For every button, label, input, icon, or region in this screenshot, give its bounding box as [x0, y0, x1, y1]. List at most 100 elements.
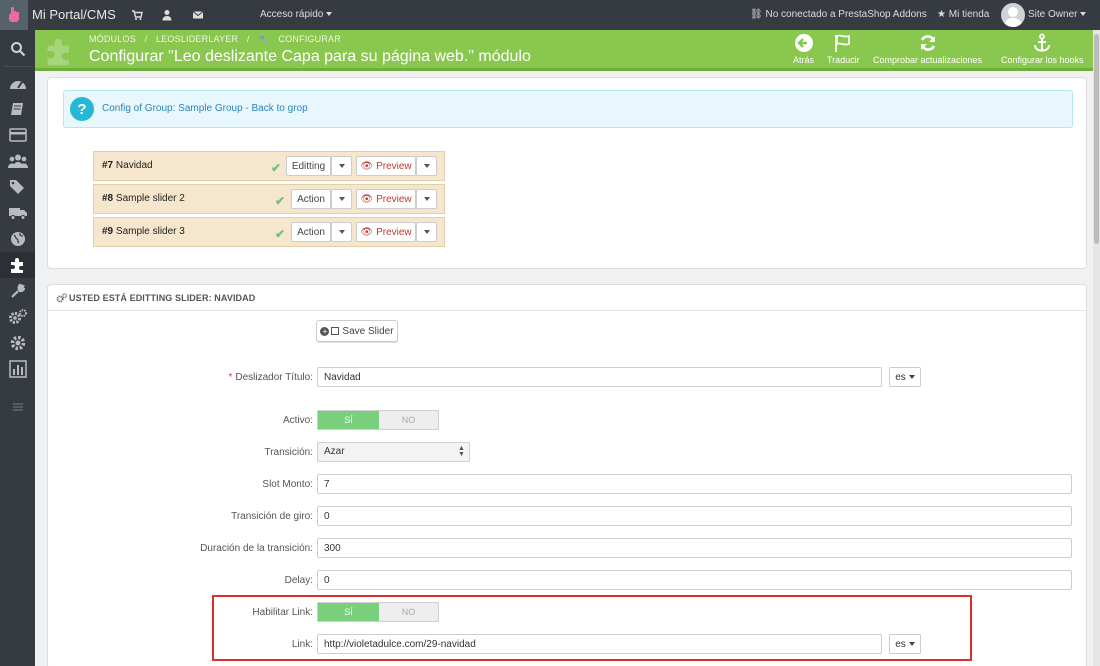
dashboard-icon — [9, 81, 26, 89]
sidebar-collapse-toggle[interactable] — [0, 394, 35, 420]
truck-icon — [8, 208, 27, 220]
preview-dropdown-toggle[interactable] — [416, 156, 437, 176]
sidebar-item-administration[interactable] — [0, 330, 35, 356]
delay-input[interactable]: 0 — [317, 570, 1072, 590]
configure-hooks-label: Configurar los hooks — [1001, 55, 1084, 65]
caret-down-icon — [338, 164, 345, 168]
slider-title-input[interactable]: Navidad — [317, 367, 882, 387]
breadcrumb-separator: / — [144, 34, 148, 44]
action-dropdown-toggle[interactable] — [331, 222, 352, 242]
preview-button[interactable]: 👁 Preview — [356, 189, 416, 209]
caret-down-icon — [1080, 12, 1087, 17]
my-store-link[interactable]: ★ Mi tienda — [937, 9, 989, 20]
caret-down-icon — [423, 164, 430, 168]
title-language-dropdown[interactable]: es — [889, 367, 921, 387]
transition-selected-value: Azar — [324, 446, 345, 457]
breadcrumb-modules[interactable]: MÓDULOS — [89, 34, 136, 44]
sidebar-item-customers[interactable] — [0, 148, 35, 174]
page-scrollbar[interactable] — [1093, 30, 1100, 666]
preview-button-label: Preview — [376, 193, 412, 205]
slider-title-label: * Deslizador Título: — [48, 372, 313, 383]
page-title: Configurar "Leo deslizante Capa para su … — [89, 48, 531, 65]
action-button-label: Action — [297, 226, 325, 238]
customer-icon[interactable] — [161, 9, 173, 21]
back-button[interactable]: Atrás — [793, 33, 814, 65]
sidebar-item-dashboard[interactable] — [0, 70, 35, 96]
envelope-icon[interactable] — [192, 9, 204, 21]
cart-icon[interactable] — [131, 9, 143, 21]
slider-id: #7 — [102, 160, 114, 171]
transition-duration-input[interactable]: 300 — [317, 538, 1072, 558]
preview-dropdown-toggle[interactable] — [416, 222, 437, 242]
eye-icon: 👁 — [360, 160, 374, 172]
slider-row: #7 Navidad ✔ Editting 👁 Preview — [93, 151, 445, 181]
caret-down-icon — [338, 197, 345, 201]
eye-icon: 👁 — [360, 226, 374, 238]
action-dropdown-toggle[interactable] — [331, 156, 352, 176]
breadcrumb-module[interactable]: LEOSLIDERLAYER — [156, 34, 238, 44]
quick-access-dropdown[interactable]: Acceso rápido — [260, 9, 333, 20]
slider-name: #9 Sample slider 3 — [102, 226, 185, 237]
sidebar-item-advanced[interactable] — [0, 304, 35, 330]
refresh-icon — [920, 35, 935, 51]
action-button[interactable]: Action — [291, 189, 331, 209]
check-icon: ✔ — [275, 227, 286, 241]
editing-button[interactable]: Editting — [286, 156, 331, 176]
translate-button[interactable]: Traducir — [827, 33, 860, 65]
required-asterisk: * — [228, 372, 233, 383]
transition-duration-label: Duración de la transición: — [200, 543, 313, 554]
puzzle-icon — [10, 258, 23, 273]
shop-name[interactable]: Mi Portal/CMS — [32, 7, 116, 22]
caret-down-icon — [423, 230, 430, 234]
scrollbar-thumb[interactable] — [1094, 34, 1099, 244]
wrench-icon — [10, 283, 25, 298]
addons-status-label: No conectado a PrestaShop Addons — [765, 9, 927, 20]
prestashop-logo[interactable] — [0, 0, 28, 30]
user-menu[interactable]: Site Owner — [1028, 9, 1087, 20]
sidebar-item-localization[interactable] — [0, 226, 35, 252]
check-icon: ✔ — [271, 161, 282, 175]
sidebar-divider — [4, 66, 31, 67]
preview-button-label: Preview — [376, 226, 412, 238]
breadcrumb-configure-label: CONFIGURAR — [278, 34, 341, 44]
back-to-group-link[interactable]: Config of Group: Sample Group - Back to … — [102, 103, 308, 114]
hand-icon — [9, 7, 19, 22]
slot-amount-input[interactable]: 7 — [317, 474, 1072, 494]
admin-sidebar — [0, 30, 35, 666]
active-switch[interactable]: SÍ NO — [317, 410, 439, 430]
action-button[interactable]: Action — [291, 222, 331, 242]
plus-circle-icon: + — [320, 326, 330, 336]
check-updates-button[interactable]: Comprobar actualizaciones — [873, 33, 982, 65]
sidebar-item-modules[interactable] — [0, 252, 35, 278]
save-slider-button[interactable]: + Save Slider — [316, 320, 398, 342]
action-button-label: Action — [297, 193, 325, 205]
preview-dropdown-toggle[interactable] — [416, 189, 437, 209]
switch-yes[interactable]: SÍ — [318, 411, 379, 429]
avatar[interactable] — [1001, 3, 1025, 27]
action-dropdown-toggle[interactable] — [331, 189, 352, 209]
book-icon — [10, 103, 23, 115]
eye-icon: 👁 — [360, 193, 374, 205]
sidebar-item-preferences[interactable] — [0, 278, 35, 304]
anchor-icon — [1034, 33, 1051, 52]
quick-access-label: Acceso rápido — [260, 9, 324, 20]
transition-label: Transición: — [264, 447, 313, 458]
preview-button[interactable]: 👁 Preview — [356, 156, 416, 176]
switch-no[interactable]: NO — [379, 411, 438, 429]
preview-button[interactable]: 👁 Preview — [356, 222, 416, 242]
sidebar-item-price-rules[interactable] — [0, 174, 35, 200]
panel-heading-title: USTED ESTÁ EDITTING SLIDER: NAVIDAD — [69, 293, 256, 303]
transition-select[interactable]: Azar ▲ ▼ — [317, 442, 470, 462]
sidebar-item-search[interactable] — [0, 36, 35, 62]
caret-down-icon — [338, 230, 345, 234]
sidebar-item-shipping[interactable] — [0, 200, 35, 226]
addons-connection-link[interactable]: ⛓ No conectado a PrestaShop Addons — [750, 9, 927, 20]
slider-row: #8 Sample slider 2 ✔ Action 👁 Preview — [93, 184, 445, 214]
active-label: Activo: — [282, 415, 313, 426]
sidebar-item-stats[interactable] — [0, 356, 35, 382]
configure-hooks-button[interactable]: Configurar los hooks — [1001, 33, 1084, 65]
sidebar-item-orders[interactable] — [0, 122, 35, 148]
transition-rotation-input[interactable]: 0 — [317, 506, 1072, 526]
translate-button-label: Traducir — [827, 55, 860, 65]
sidebar-item-catalog[interactable] — [0, 96, 35, 122]
